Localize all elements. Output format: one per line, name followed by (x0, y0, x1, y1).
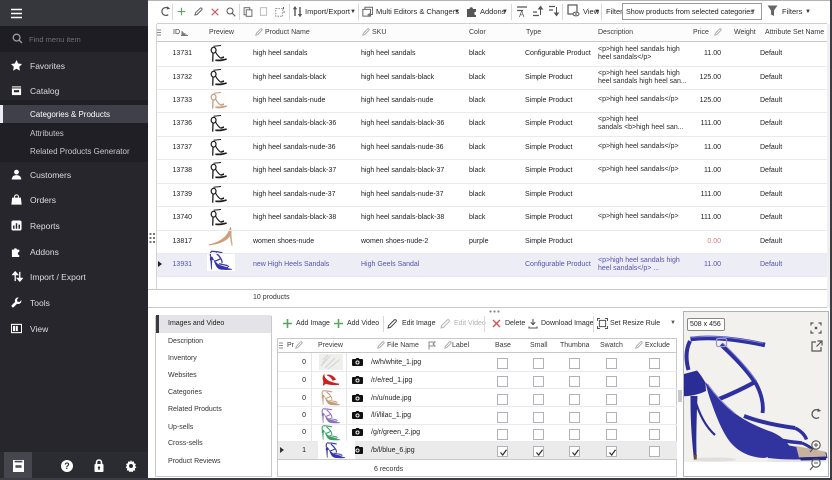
svg-text:?: ? (64, 461, 70, 471)
svg-text:A: A (519, 10, 525, 17)
